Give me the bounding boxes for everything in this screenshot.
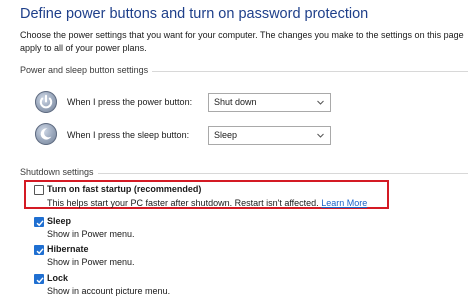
lock-option-label[interactable]: Lock	[47, 273, 68, 283]
fast-startup-description-text: This helps start your PC faster after sh…	[47, 198, 319, 208]
chevron-down-icon	[317, 100, 324, 105]
shutdown-section-label: Shutdown settings	[20, 167, 98, 177]
hibernate-option-label[interactable]: Hibernate	[47, 244, 89, 254]
fast-startup-checkbox[interactable]	[34, 185, 44, 195]
power-sleep-section-label: Power and sleep button settings	[20, 65, 153, 75]
checkmark-icon	[36, 277, 44, 284]
fast-startup-description: This helps start your PC faster after sh…	[47, 198, 367, 208]
sleep-button-select[interactable]: Sleep	[208, 126, 331, 145]
power-button-value: Shut down	[214, 97, 257, 107]
fast-startup-label[interactable]: Turn on fast startup (recommended)	[47, 184, 201, 194]
power-icon	[35, 91, 57, 113]
sleep-button-label: When I press the sleep button:	[67, 130, 190, 140]
hibernate-option-description: Show in Power menu.	[47, 257, 135, 267]
sleep-option-label[interactable]: Sleep	[47, 216, 71, 226]
lock-option-description: Show in account picture menu.	[47, 286, 171, 296]
page-title: Define power buttons and turn on passwor…	[20, 6, 369, 22]
chevron-down-icon	[317, 133, 324, 138]
hibernate-checkbox[interactable]	[34, 245, 44, 255]
power-button-label: When I press the power button:	[67, 97, 193, 107]
checkmark-icon	[36, 220, 44, 227]
learn-more-link[interactable]: Learn More	[321, 198, 367, 208]
page-intro: Choose the power settings that you want …	[20, 30, 464, 53]
power-button-select[interactable]: Shut down	[208, 93, 331, 112]
sleep-icon	[35, 123, 57, 145]
sleep-button-value: Sleep	[214, 130, 238, 140]
sleep-option-description: Show in Power menu.	[47, 229, 135, 239]
sleep-checkbox[interactable]	[34, 217, 44, 227]
checkmark-icon	[36, 248, 44, 255]
lock-checkbox[interactable]	[34, 274, 44, 284]
